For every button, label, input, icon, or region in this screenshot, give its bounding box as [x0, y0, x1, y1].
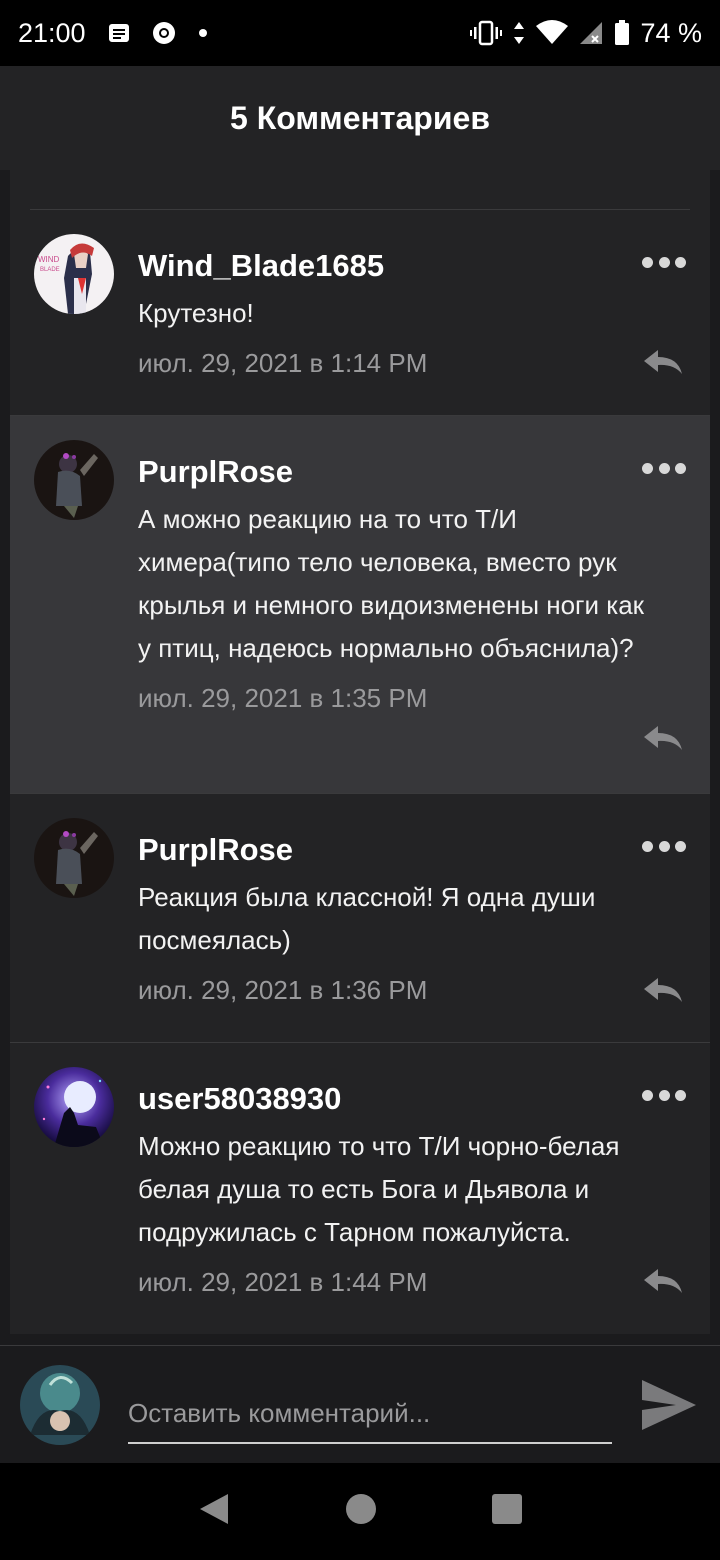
reply-icon[interactable]: [642, 348, 684, 376]
comment-text: Крутезно!: [138, 298, 254, 328]
comment-date: июл. 29, 2021 в 1:14 PM: [138, 348, 428, 378]
svg-text:WIND: WIND: [38, 255, 60, 264]
comment-item[interactable]: PurplRose Реакция была классной! Я одна …: [10, 794, 710, 1043]
back-icon[interactable]: [198, 1492, 230, 1531]
reply-icon[interactable]: [642, 976, 684, 1004]
page-title: 5 Комментариев: [230, 99, 490, 136]
dot-icon: [198, 28, 208, 38]
vibrate-icon: [470, 20, 503, 46]
recents-icon[interactable]: [492, 1494, 523, 1529]
wifi-icon: [536, 20, 569, 46]
comment-date: июл. 29, 2021 в 1:36 PM: [138, 975, 428, 1005]
comment-text: А можно реакцию на то что Т/И химера(тип…: [138, 504, 645, 663]
svg-text:BLADE: BLADE: [40, 267, 60, 273]
comment-list[interactable]: WIND BLADE Wind_Blade1685 Крутезно! июл.…: [10, 170, 710, 1334]
comment-username[interactable]: Wind_Blade1685: [138, 248, 650, 284]
comment-input[interactable]: [128, 1384, 612, 1444]
comment-item[interactable]: PurplRose А можно реакцию на то что Т/И …: [10, 416, 710, 794]
reply-icon[interactable]: [642, 1267, 684, 1295]
chrome-icon: [152, 21, 176, 45]
notes-icon: [108, 23, 130, 43]
comment-date: июл. 29, 2021 в 1:44 PM: [138, 1267, 428, 1297]
avatar[interactable]: WIND BLADE: [34, 234, 114, 314]
status-bar: 21:00 74 %: [0, 0, 720, 66]
comment-username[interactable]: PurplRose: [138, 832, 650, 868]
more-options-icon[interactable]: [642, 254, 686, 270]
comment-date: июл. 29, 2021 в 1:35 PM: [138, 683, 428, 713]
signal-icon: [578, 20, 604, 46]
comment-text: Реакция была классной! Я одна души посме…: [138, 882, 596, 955]
comment-item[interactable]: WIND BLADE Wind_Blade1685 Крутезно! июл.…: [10, 210, 710, 416]
comment-text: Можно реакцию то что Т/И чорно-белая бел…: [138, 1131, 620, 1247]
comment-composer: [0, 1345, 720, 1463]
more-options-icon[interactable]: [642, 1087, 686, 1103]
comment-item[interactable]: user58038930 Можно реакцию то что Т/И чо…: [10, 1043, 710, 1333]
comment-username[interactable]: user58038930: [138, 1081, 650, 1117]
comments-header: 5 Комментариев: [0, 66, 720, 170]
battery-icon: [614, 20, 630, 46]
more-options-icon[interactable]: [642, 838, 686, 854]
data-arrows-icon: [512, 20, 526, 46]
reply-icon[interactable]: [642, 724, 684, 752]
clock: 21:00: [18, 17, 86, 48]
home-icon[interactable]: [345, 1493, 377, 1530]
comment-username[interactable]: PurplRose: [138, 454, 650, 490]
send-icon[interactable]: [640, 1378, 698, 1432]
avatar[interactable]: [34, 440, 114, 520]
more-options-icon[interactable]: [642, 460, 686, 476]
battery-percent: 74 %: [640, 17, 702, 48]
avatar[interactable]: [34, 818, 114, 898]
avatar[interactable]: [34, 1067, 114, 1147]
current-user-avatar[interactable]: [20, 1365, 100, 1445]
system-nav-bar: [0, 1463, 720, 1560]
list-divider: [30, 170, 690, 210]
